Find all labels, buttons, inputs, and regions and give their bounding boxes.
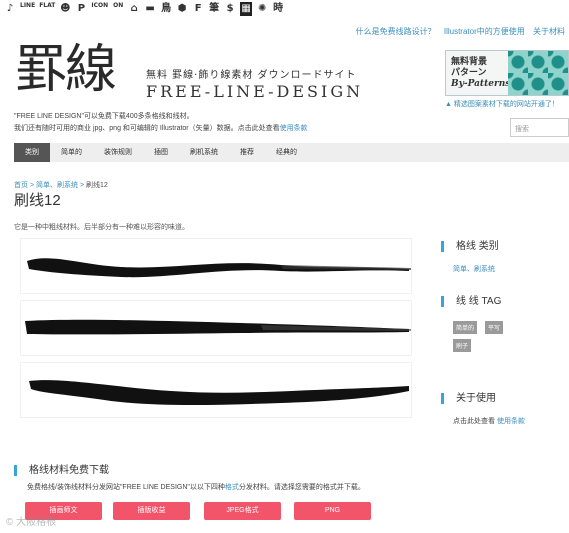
flat-icon[interactable]: FLAT bbox=[39, 2, 55, 16]
icon-toolbar: ♪ LINE FLAT ☻ P ICON ON ⌂ ▬ 鳥 ⬢ F 筆 $ ▦ … bbox=[0, 0, 569, 17]
tag-brush[interactable]: 刷子 bbox=[453, 339, 472, 352]
format-link[interactable]: 格式 bbox=[225, 484, 239, 491]
sidebar-tag-title: 线 线 TAG bbox=[441, 296, 501, 307]
download-png-button[interactable]: PNG bbox=[294, 502, 371, 520]
sidebar-category-links[interactable]: 简单、刷系统 bbox=[453, 264, 495, 274]
top-link-illustrator[interactable]: Illustrator中的方便使用 bbox=[444, 27, 525, 36]
brush-icon[interactable]: 筆 bbox=[208, 2, 220, 16]
nav-decorative[interactable]: 装饰规则 bbox=[93, 143, 143, 162]
site-name-english: FREE-LINE-DESIGN bbox=[146, 82, 364, 101]
on-icon[interactable]: ON bbox=[112, 2, 124, 16]
grid-icon[interactable]: ▦ bbox=[240, 1, 253, 16]
brush-line-preview-3[interactable] bbox=[20, 362, 412, 418]
nav-classic[interactable]: 经典的 bbox=[265, 143, 308, 162]
smiley-icon[interactable]: ☻ bbox=[59, 2, 71, 16]
p-icon[interactable]: P bbox=[75, 2, 87, 16]
patterns-banner[interactable]: 無料背景 パターン By-Patterns bbox=[445, 50, 569, 96]
breadcrumb-category[interactable]: 简单、刷系统 bbox=[36, 182, 78, 189]
damask-pattern-image bbox=[508, 51, 568, 95]
main-nav: 类别 简单的 装饰规则 插图 刷机系统 推荐 经典的 bbox=[14, 143, 569, 162]
house-icon[interactable]: ⌂ bbox=[128, 2, 140, 16]
brush-line-preview-2[interactable] bbox=[20, 300, 412, 356]
top-link-about[interactable]: 关于材料 bbox=[533, 27, 565, 36]
tag-flat[interactable]: 平写 bbox=[485, 321, 504, 334]
music-note-icon[interactable]: ♪ bbox=[4, 2, 16, 16]
search-input[interactable]: 搜索 bbox=[510, 118, 569, 137]
download-title: 格线材料免费下载 bbox=[14, 465, 109, 476]
download-jpeg-button[interactable]: JPEG格式 bbox=[204, 502, 281, 520]
intro-line1: "FREE LINE DESIGN"可以免费下载400多条格线和线材。 bbox=[14, 113, 194, 120]
download-eps-button[interactable]: 插版收益 bbox=[113, 502, 190, 520]
top-links: 什么是免费线路设计？ Illustrator中的方便使用 关于材料 bbox=[350, 26, 565, 37]
top-link-what[interactable]: 什么是免费线路设计？ bbox=[356, 27, 436, 36]
site-subtitle: 無料 罫線·飾り線素材 ダウンロードサイト bbox=[146, 70, 357, 81]
page-title: 刷线12 bbox=[14, 192, 61, 209]
f-icon[interactable]: F bbox=[192, 2, 204, 16]
nav-recommended[interactable]: 推荐 bbox=[229, 143, 265, 162]
sidebar-category-title: 格线 类别 bbox=[441, 241, 499, 252]
hexagon-icon[interactable]: ⬢ bbox=[176, 2, 188, 16]
tag-simple[interactable]: 简单的 bbox=[453, 321, 478, 334]
nav-simple[interactable]: 简单的 bbox=[50, 143, 93, 162]
watermark: © 大阪格根 bbox=[6, 517, 57, 528]
banner-line2: パターン bbox=[451, 67, 487, 77]
brush-line-preview-1[interactable] bbox=[20, 238, 412, 294]
sun-icon[interactable]: ✺ bbox=[256, 2, 268, 16]
site-logo[interactable]: 罫線 bbox=[15, 40, 117, 100]
clock-kanji-icon[interactable]: 時 bbox=[272, 2, 284, 16]
breadcrumb-home[interactable]: 首页 bbox=[14, 182, 28, 189]
icon-label-icon[interactable]: ICON bbox=[91, 2, 108, 16]
breadcrumb-current: 刷线12 bbox=[86, 182, 108, 189]
sidebar-about-title: 关于使用 bbox=[441, 393, 496, 404]
banner-line1: 無料背景 bbox=[451, 56, 488, 66]
download-text: 免费格线/装饰线材料分发网站"FREE LINE DESIGN"以以下四种格式分… bbox=[27, 484, 365, 491]
nav-illustration[interactable]: 插图 bbox=[143, 143, 179, 162]
nav-brush[interactable]: 刷机系统 bbox=[179, 143, 229, 162]
intro-line2: 我们还有随时可用的商业 jpg、png 和可编辑的 Illustrator（矢量… bbox=[14, 125, 308, 132]
banner-line3: By-Patterns bbox=[451, 79, 511, 89]
line-bar-icon[interactable]: ▬ bbox=[144, 2, 156, 16]
line-icon[interactable]: LINE bbox=[20, 2, 35, 16]
sidebar-about-text: 点击此处查看 使用条款 bbox=[453, 418, 525, 425]
bird-icon[interactable]: 鳥 bbox=[160, 2, 172, 16]
banner-note[interactable]: ▲ 精选图案素材下载的网站开通了！ bbox=[445, 99, 559, 109]
nav-category[interactable]: 类别 bbox=[14, 143, 50, 162]
dollar-icon[interactable]: $ bbox=[224, 2, 236, 16]
page-description: 它是一种中粗线材料。后半部分有一种难以形容的味道。 bbox=[14, 224, 189, 231]
sidebar-terms-link[interactable]: 使用条款 bbox=[497, 418, 525, 425]
terms-link[interactable]: 使用条款 bbox=[280, 125, 308, 132]
